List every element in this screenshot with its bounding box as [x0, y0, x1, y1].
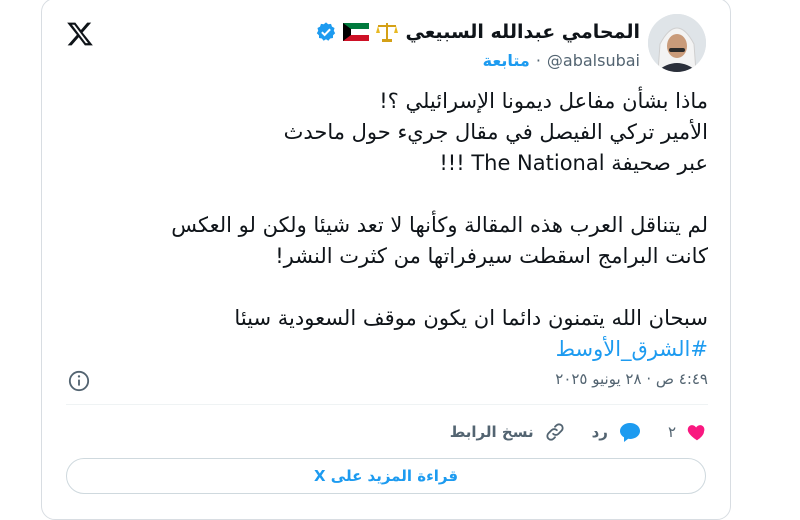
copy-link-label: نسخ الرابط	[449, 423, 534, 441]
tweet-text: ماذا بشأن مفاعل ديمونا الإسرائيلي ؟! الأ…	[148, 86, 708, 365]
avatar[interactable]	[648, 14, 706, 72]
author-name[interactable]: المحامي عبدالله السبيعي	[405, 21, 640, 43]
kuwait-flag-icon	[343, 23, 370, 41]
tweet-line: الأمير تركي الفيصل في مقال جريء حول ماحد…	[283, 120, 708, 144]
x-logo-icon[interactable]	[66, 20, 94, 48]
author-handle[interactable]: @abalsubai	[547, 51, 640, 70]
tweet-timestamp[interactable]: ٤:٤٩ ص · ٢٨ يونيو ٢٠٢٥	[555, 370, 708, 388]
scales-emoji-icon	[376, 23, 399, 42]
tweet-line: لم يتناقل العرب هذه المقالة وكأنها لا تع…	[171, 213, 708, 237]
like-button[interactable]: ٢	[668, 421, 708, 443]
tweet-line: ماذا بشأن مفاعل ديمونا الإسرائيلي ؟!	[379, 89, 708, 113]
author-handle-row: متابعة · @abalsubai	[483, 48, 640, 72]
tweet-meta: ٤:٤٩ ص · ٢٨ يونيو ٢٠٢٥	[555, 366, 708, 392]
read-more-on-x-button[interactable]: قراءة المزيد على X	[66, 458, 706, 494]
tweet-actions: ٢ رد نسخ الرابط	[450, 416, 708, 448]
link-icon	[546, 423, 564, 441]
reply-bubble-icon	[619, 423, 640, 442]
reply-label: رد	[591, 423, 608, 441]
reply-button[interactable]: رد	[592, 421, 642, 443]
info-icon[interactable]	[68, 370, 90, 392]
author-name-row: المحامي عبدالله السبيعي	[315, 18, 640, 46]
tweet-line: كانت البرامج اسقطت سيرفراتها من كثرت الن…	[275, 244, 708, 268]
verified-badge-icon	[317, 22, 336, 41]
copy-link-button[interactable]: نسخ الرابط	[450, 421, 566, 443]
separator-dot: ·	[535, 50, 541, 70]
like-count: ٢	[667, 423, 676, 441]
heart-icon	[687, 425, 705, 441]
avatar-image	[648, 14, 706, 72]
hashtag-link[interactable]: #الشرق_الأوسط	[556, 337, 708, 361]
divider	[66, 404, 708, 405]
follow-button[interactable]: متابعة	[483, 51, 530, 70]
tweet-line: سبحان الله يتمنون دائما ان يكون موقف الس…	[234, 306, 708, 330]
tweet-line: عبر صحيفة The National !!!	[439, 151, 708, 175]
read-more-label: قراءة المزيد على X	[313, 467, 459, 485]
